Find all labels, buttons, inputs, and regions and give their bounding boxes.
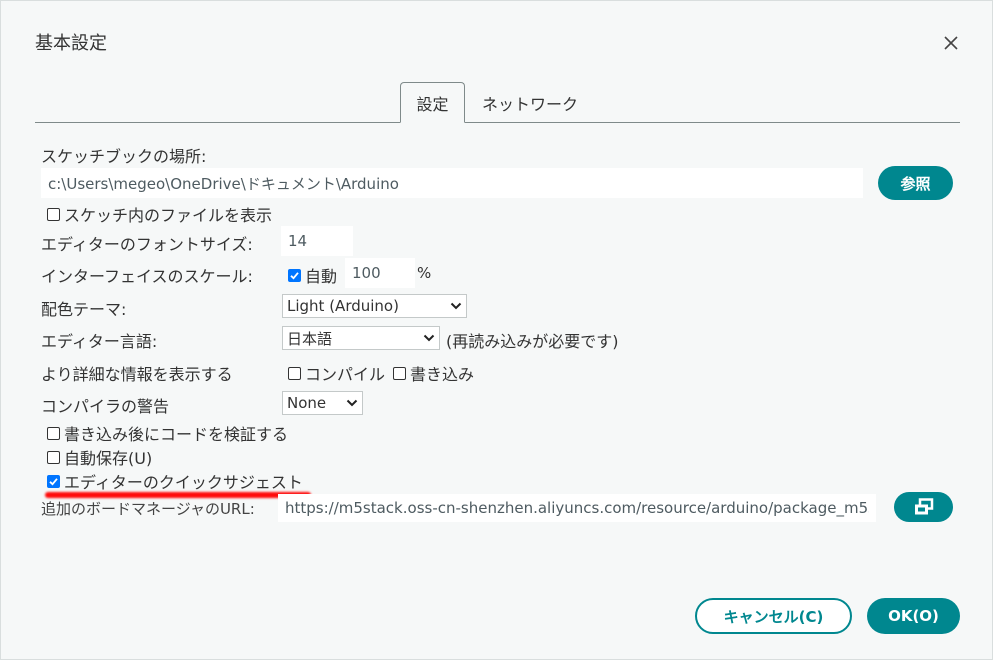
autosave-checkbox[interactable] — [47, 450, 60, 464]
verify-after-upload-row: 書き込み後にコードを検証する — [47, 421, 288, 445]
sketchbook-location-label: スケッチブックの場所: — [41, 147, 207, 166]
scale-input[interactable] — [345, 258, 415, 288]
autosave-label: 自動保存(U) — [64, 449, 153, 468]
verbose-upload-checkbox[interactable] — [393, 366, 406, 380]
show-files-checkbox[interactable] — [47, 207, 60, 221]
quick-suggest-row: エディターのクイックサジェスト — [47, 469, 303, 493]
theme-select-value: Light (Arduino) — [287, 297, 399, 315]
verbose-compile-checkbox[interactable] — [288, 366, 301, 380]
auto-scale-label: 自動 — [305, 267, 338, 286]
close-icon[interactable] — [939, 31, 963, 55]
verbose-label: より詳細な情報を表示する — [41, 365, 233, 384]
font-size-label: エディターのフォントサイズ: — [41, 235, 253, 254]
board-manager-url-input[interactable] — [278, 494, 876, 522]
dialog-title: 基本設定 — [35, 33, 107, 54]
verbose-compile-row: コンパイル — [288, 361, 385, 385]
chevron-down-icon — [450, 302, 462, 310]
font-size-input[interactable] — [281, 226, 353, 256]
tab-network[interactable]: ネットワーク — [471, 82, 589, 123]
preferences-dialog: 基本設定 設定 ネットワーク スケッチブックの場所: 参照 スケッチ内のファイル… — [0, 0, 993, 660]
verify-after-upload-label: 書き込み後にコードを検証する — [64, 425, 289, 444]
ok-button[interactable]: OK(O) — [867, 598, 960, 634]
auto-scale-checkbox[interactable] — [288, 268, 301, 282]
board-manager-url-label: 追加のボードマネージャのURL: — [41, 500, 255, 518]
cancel-button[interactable]: キャンセル(C) — [695, 598, 852, 634]
verbose-upload-label: 書き込み — [410, 365, 475, 384]
compiler-warnings-label: コンパイラの警告 — [41, 397, 170, 416]
editor-language-label: エディター言語: — [41, 332, 158, 351]
language-select[interactable]: 日本語 — [282, 326, 440, 350]
quick-suggest-label: エディターのクイックサジェスト — [64, 473, 303, 492]
verbose-compile-label: コンパイル — [305, 365, 386, 384]
verify-after-upload-checkbox[interactable] — [47, 426, 60, 440]
compiler-warnings-select[interactable]: None — [282, 391, 363, 415]
sketchbook-path-input[interactable] — [41, 168, 863, 198]
theme-label: 配色テーマ: — [41, 300, 127, 319]
scale-unit: % — [417, 264, 432, 282]
compiler-warnings-value: None — [287, 394, 327, 412]
tab-settings[interactable]: 設定 — [400, 82, 465, 123]
language-select-value: 日本語 — [287, 329, 333, 348]
auto-scale-row: 自動 — [288, 263, 337, 287]
autosave-row: 自動保存(U) — [47, 445, 152, 469]
interface-scale-label: インターフェイスのスケール: — [41, 267, 253, 286]
chevron-down-icon — [346, 399, 358, 407]
verbose-upload-row: 書き込み — [393, 361, 474, 385]
language-reload-note: (再読み込みが必要です) — [446, 332, 619, 351]
edit-urls-button[interactable] — [894, 492, 953, 522]
browse-button[interactable]: 参照 — [878, 166, 953, 200]
theme-select[interactable]: Light (Arduino) — [282, 294, 467, 318]
red-annotation-stroke — [45, 492, 311, 498]
show-files-row: スケッチ内のファイルを表示 — [47, 202, 272, 226]
chevron-down-icon — [423, 334, 435, 342]
quick-suggest-checkbox[interactable] — [47, 474, 60, 488]
show-files-label: スケッチ内のファイルを表示 — [64, 206, 273, 225]
open-window-icon — [914, 498, 933, 515]
